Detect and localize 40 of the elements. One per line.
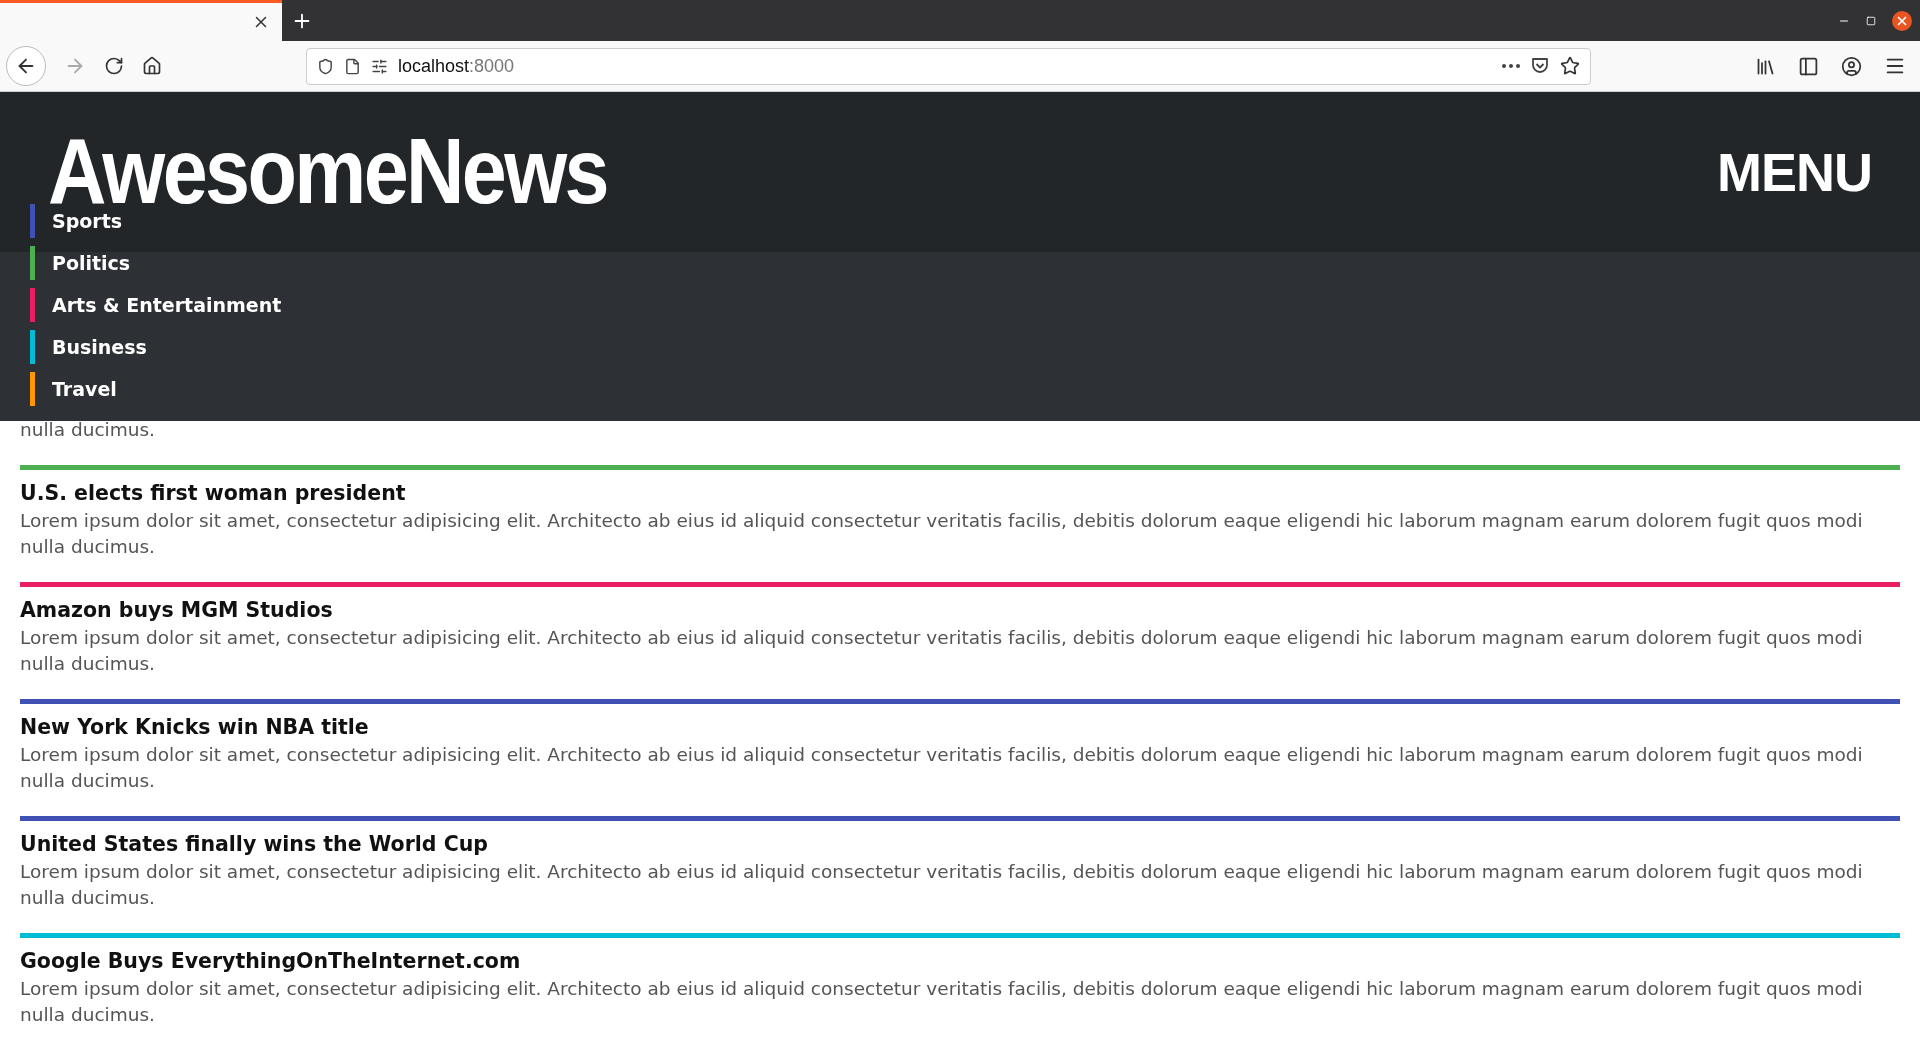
shield-icon — [317, 57, 334, 75]
article-summary: Lorem ipsum dolor sit amet, consectetur adipisicing elit. Architecto ab eius id aliquid consectetur veritatis facilis, debitis dolorum eaque eligendi hic laborum magnam earum dolorem fugit quos modi nulla ducimus. — [20, 743, 1864, 793]
address-bar[interactable]: localhost:8000 — [306, 47, 1591, 85]
back-button[interactable] — [6, 46, 46, 86]
maximize-icon — [1866, 15, 1876, 26]
more-button[interactable] — [1502, 64, 1520, 68]
nav-link[interactable]: Politics — [30, 242, 282, 284]
star-icon — [1560, 56, 1580, 76]
reload-icon — [104, 56, 124, 76]
article-title: Amazon buys MGM Studios — [20, 597, 334, 623]
article-summary: Lorem ipsum dolor sit amet, consectetur adipisicing elit. Architecto ab eius id aliquid consectetur veritatis facilis, debitis dolorum eaque eligendi hic laborum magnam earum dolorem fugit quos modi nulla ducimus. — [20, 860, 1864, 910]
nav-link[interactable]: Arts & Entertainment — [30, 284, 282, 326]
permissions-icon — [371, 57, 388, 75]
close-window-button[interactable] — [1892, 10, 1912, 31]
account-icon — [1841, 55, 1862, 77]
article-title: United States finally wins the World Cup — [20, 831, 489, 857]
article-title: New York Knicks win NBA title — [20, 714, 370, 740]
url-text: localhost:8000 — [398, 55, 515, 77]
home-button[interactable] — [142, 56, 162, 76]
nav-link[interactable]: Travel — [30, 368, 282, 410]
article-title: U.S. elects first woman president — [20, 480, 407, 506]
page-icon — [344, 57, 361, 75]
site-title: AwesomeNews — [48, 135, 607, 209]
nav-link[interactable]: Business — [30, 326, 282, 368]
account-button[interactable] — [1841, 55, 1862, 77]
article-summary: nulla ducimus. — [20, 418, 156, 442]
sidebar-icon — [1798, 55, 1819, 77]
sidebar-button[interactable] — [1798, 55, 1819, 77]
more-icon — [1502, 64, 1520, 68]
reload-button[interactable] — [104, 56, 124, 76]
maximize-button[interactable] — [1866, 15, 1876, 26]
article-summary: Lorem ipsum dolor sit amet, consectetur adipisicing elit. Architecto ab eius id aliquid consectetur veritatis facilis, debitis dolorum eaque eligendi hic laborum magnam earum dolorem fugit quos modi nulla ducimus. — [20, 509, 1864, 559]
article-title: Google Buys EverythingOnTheInternet.com — [20, 948, 522, 974]
menu-button[interactable]: MENU — [1717, 141, 1872, 203]
home-icon — [142, 56, 162, 76]
pocket-icon — [1530, 56, 1550, 76]
article-summary: Lorem ipsum dolor sit amet, consectetur adipisicing elit. Architecto ab eius id aliquid consectetur veritatis facilis, debitis dolorum eaque eligendi hic laborum magnam earum dolorem fugit quos modi nulla ducimus. — [20, 977, 1864, 1027]
pocket-button[interactable] — [1530, 56, 1550, 76]
article-summary: Lorem ipsum dolor sit amet, consectetur adipisicing elit. Architecto ab eius id aliquid consectetur veritatis facilis, debitis dolorum eaque eligendi hic laborum magnam earum dolorem fugit quos modi nulla ducimus. — [20, 626, 1864, 676]
bookmark-button[interactable] — [1560, 56, 1580, 76]
